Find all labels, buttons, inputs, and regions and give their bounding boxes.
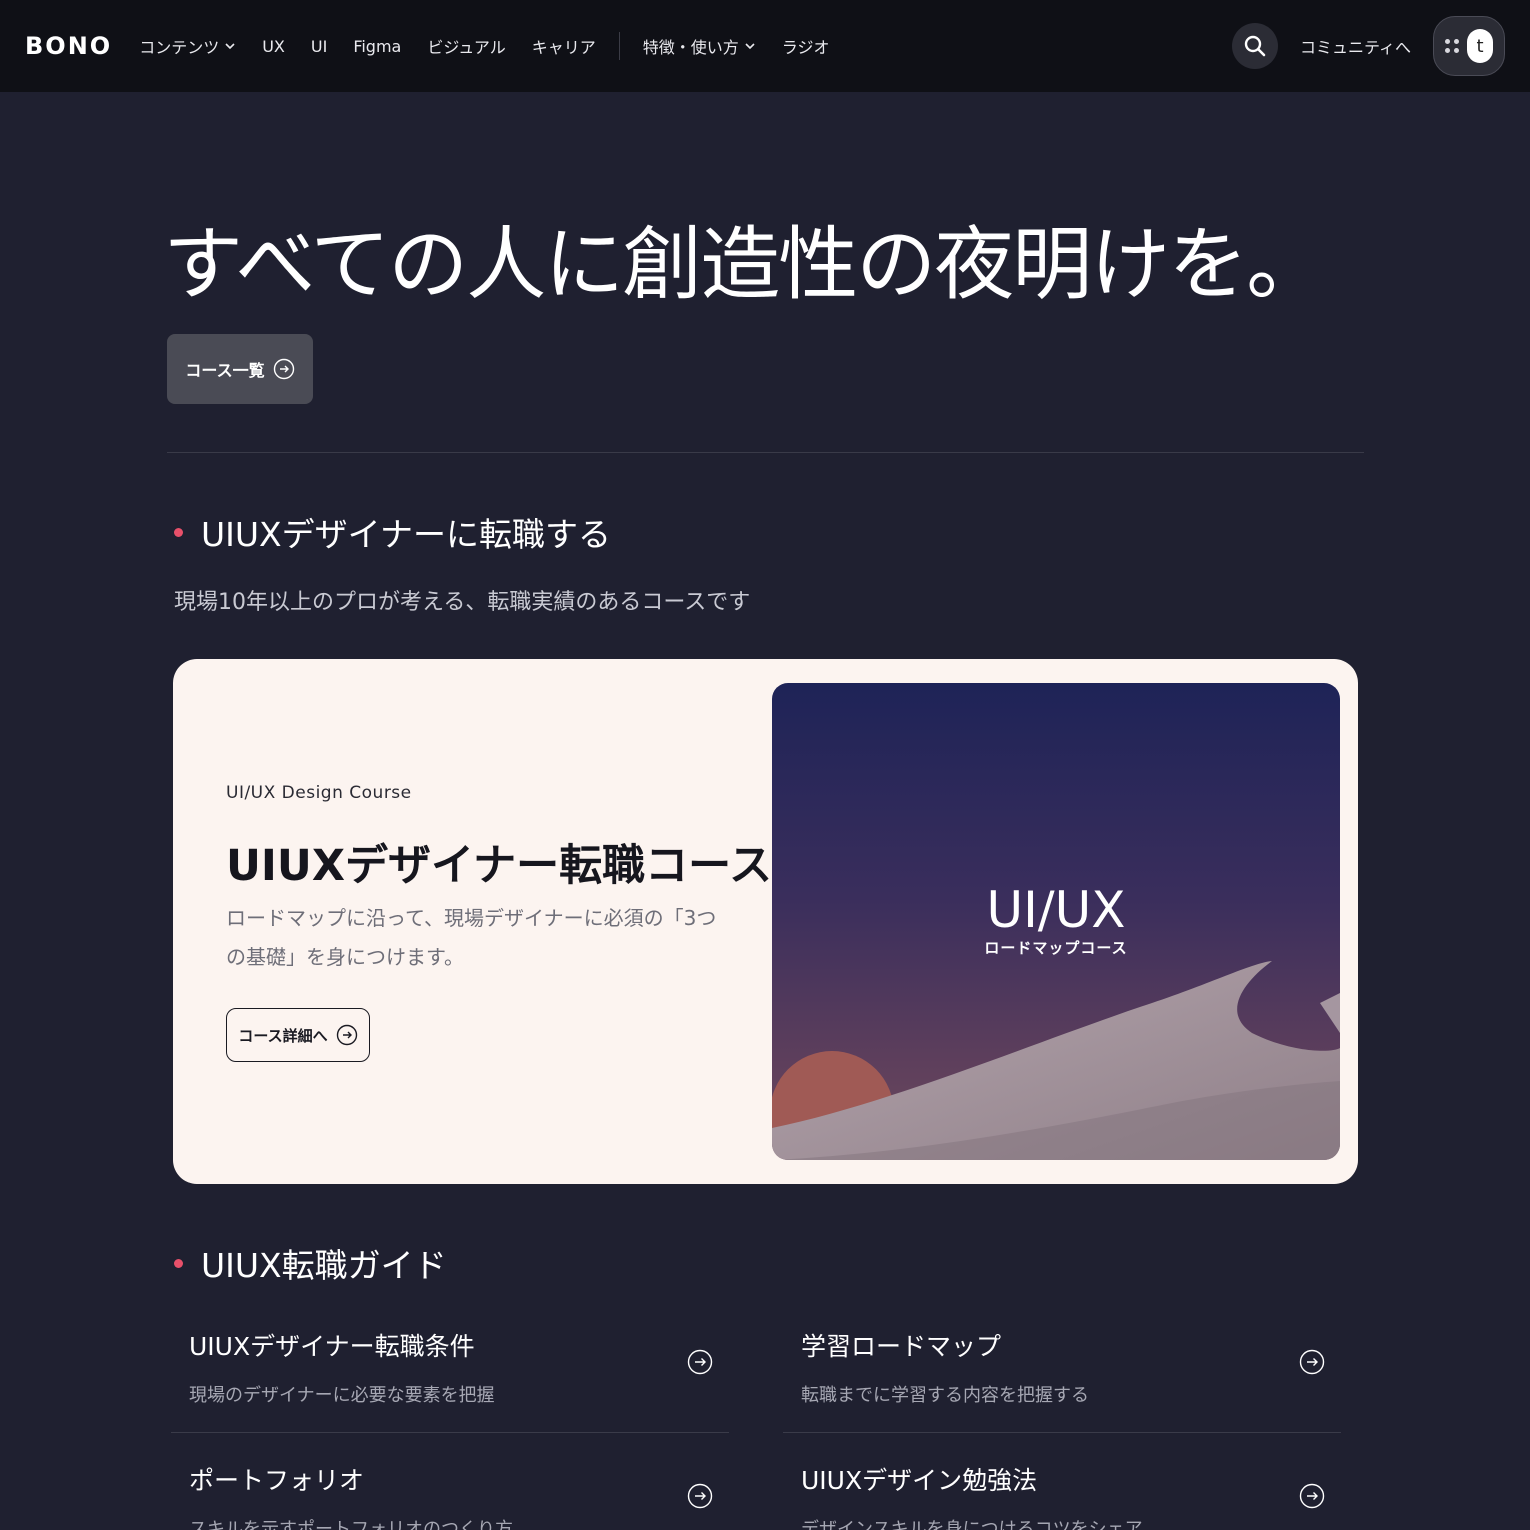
nav-item-label: キャリア <box>531 38 596 57</box>
guide-item-subtitle: スキルを示すポートフォリオのつくり方 <box>189 1519 513 1530</box>
nav-item-career[interactable]: キャリア <box>532 34 596 58</box>
nav-item-ux[interactable]: UX <box>262 37 285 56</box>
heading-bullet <box>174 1258 183 1268</box>
community-link[interactable]: コミュニティへ <box>1300 34 1411 58</box>
bono-logo[interactable]: BONO <box>25 32 112 60</box>
circle-arrow-right-icon <box>1299 1349 1325 1375</box>
guide-item-title: 学習ロードマップ <box>801 1332 1002 1361</box>
section-heading-guide: UIUX転職ガイド <box>174 1239 447 1287</box>
guide-item-study-method[interactable]: UIUXデザイン勉強法 デザインスキルを身につけるコツをシェア <box>783 1449 1341 1530</box>
guide-item-subtitle: 転職までに学習する内容を把握する <box>801 1385 1089 1406</box>
course-list-button[interactable]: コース一覧 <box>167 334 313 404</box>
circle-arrow-right-icon <box>687 1349 713 1375</box>
chevron-down-icon <box>745 43 755 50</box>
guide-item-portfolio[interactable]: ポートフォリオ スキルを示すポートフォリオのつくり方 <box>171 1449 729 1530</box>
user-menu-button[interactable]: t <box>1433 16 1505 76</box>
course-detail-label: コース詳細へ <box>238 1026 328 1045</box>
search-icon <box>1244 35 1266 57</box>
section-heading-text: UIUXデザイナーに転職する <box>201 515 611 554</box>
circle-arrow-right-icon <box>273 358 294 380</box>
circle-arrow-right-icon <box>687 1483 713 1509</box>
guide-item-subtitle: 現場のデザイナーに必要な要素を把握 <box>189 1385 495 1406</box>
guide-item-subtitle: デザインスキルを身につけるコツをシェア <box>801 1519 1143 1530</box>
circle-arrow-right-icon <box>1299 1483 1325 1509</box>
nav-item-label: ラジオ <box>781 38 830 57</box>
card-eyebrow: UI/UX Design Course <box>226 783 412 803</box>
nav-item-label: コンテンツ <box>139 38 220 57</box>
course-thumbnail: UI/UX ロードマップコース <box>772 683 1340 1160</box>
nav-item-features[interactable]: 特徴・使い方 <box>643 34 756 58</box>
course-card[interactable]: UI/UX Design Course UIUXデザイナー転職コース ロードマッ… <box>173 659 1358 1184</box>
section-heading-text: UIUX転職ガイド <box>201 1246 447 1285</box>
nav-item-label: Figma <box>353 36 402 56</box>
nav-item-visual[interactable]: ビジュアル <box>427 34 505 58</box>
guide-item-requirements[interactable]: UIUXデザイナー転職条件 現場のデザイナーに必要な要素を把握 <box>171 1315 729 1433</box>
nav-item-label: UX <box>262 36 285 56</box>
nav-item-radio[interactable]: ラジオ <box>782 34 830 58</box>
nav-item-label: UI <box>310 36 328 56</box>
search-button[interactable] <box>1231 23 1278 69</box>
nav-divider <box>618 32 620 60</box>
course-list-label: コース一覧 <box>185 361 265 380</box>
guide-item-title: UIUXデザイナー転職条件 <box>189 1332 475 1361</box>
guide-item-title: ポートフォリオ <box>189 1466 365 1495</box>
nav-item-label: ビジュアル <box>427 38 506 57</box>
hero-title: すべての人に創造性の夜明けを。 <box>163 218 1326 311</box>
guide-item-roadmap[interactable]: 学習ロードマップ 転職までに学習する内容を把握する <box>783 1315 1341 1433</box>
card-description: ロードマップに沿って、現場デザイナーに必須の「3つの基礎」を身につけます。 <box>226 906 717 969</box>
section-divider <box>167 452 1364 453</box>
top-navbar: BONO コンテンツ UX UI Figma ビジュアル キャリア 特徴・使い方… <box>0 0 1530 92</box>
thumbnail-title: UI/UX <box>986 881 1126 939</box>
guide-item-title: UIUXデザイン勉強法 <box>801 1466 1038 1495</box>
card-title: UIUXデザイナー転職コース <box>226 841 772 891</box>
section-subtitle: 現場10年以上のプロが考える、転職実績のあるコースです <box>174 590 751 615</box>
avatar: t <box>1467 29 1493 63</box>
nav-item-figma[interactable]: Figma <box>353 37 401 56</box>
heading-bullet <box>174 527 183 537</box>
course-detail-button[interactable]: コース詳細へ <box>226 1008 370 1062</box>
nav-item-label: 特徴・使い方 <box>642 38 739 57</box>
nav-item-ui[interactable]: UI <box>311 37 327 56</box>
chevron-down-icon <box>225 43 235 50</box>
nav-right-group: コミュニティへ t <box>1231 16 1505 76</box>
thumbnail-text: UI/UX ロードマップコース <box>772 883 1340 958</box>
circle-arrow-right-icon <box>336 1024 357 1046</box>
apps-dots-icon <box>1445 39 1459 53</box>
thumbnail-subtitle: ロードマップコース <box>984 939 1128 957</box>
nav-item-contents[interactable]: コンテンツ <box>139 34 236 58</box>
section-heading-career: UIUXデザイナーに転職する <box>174 508 611 556</box>
